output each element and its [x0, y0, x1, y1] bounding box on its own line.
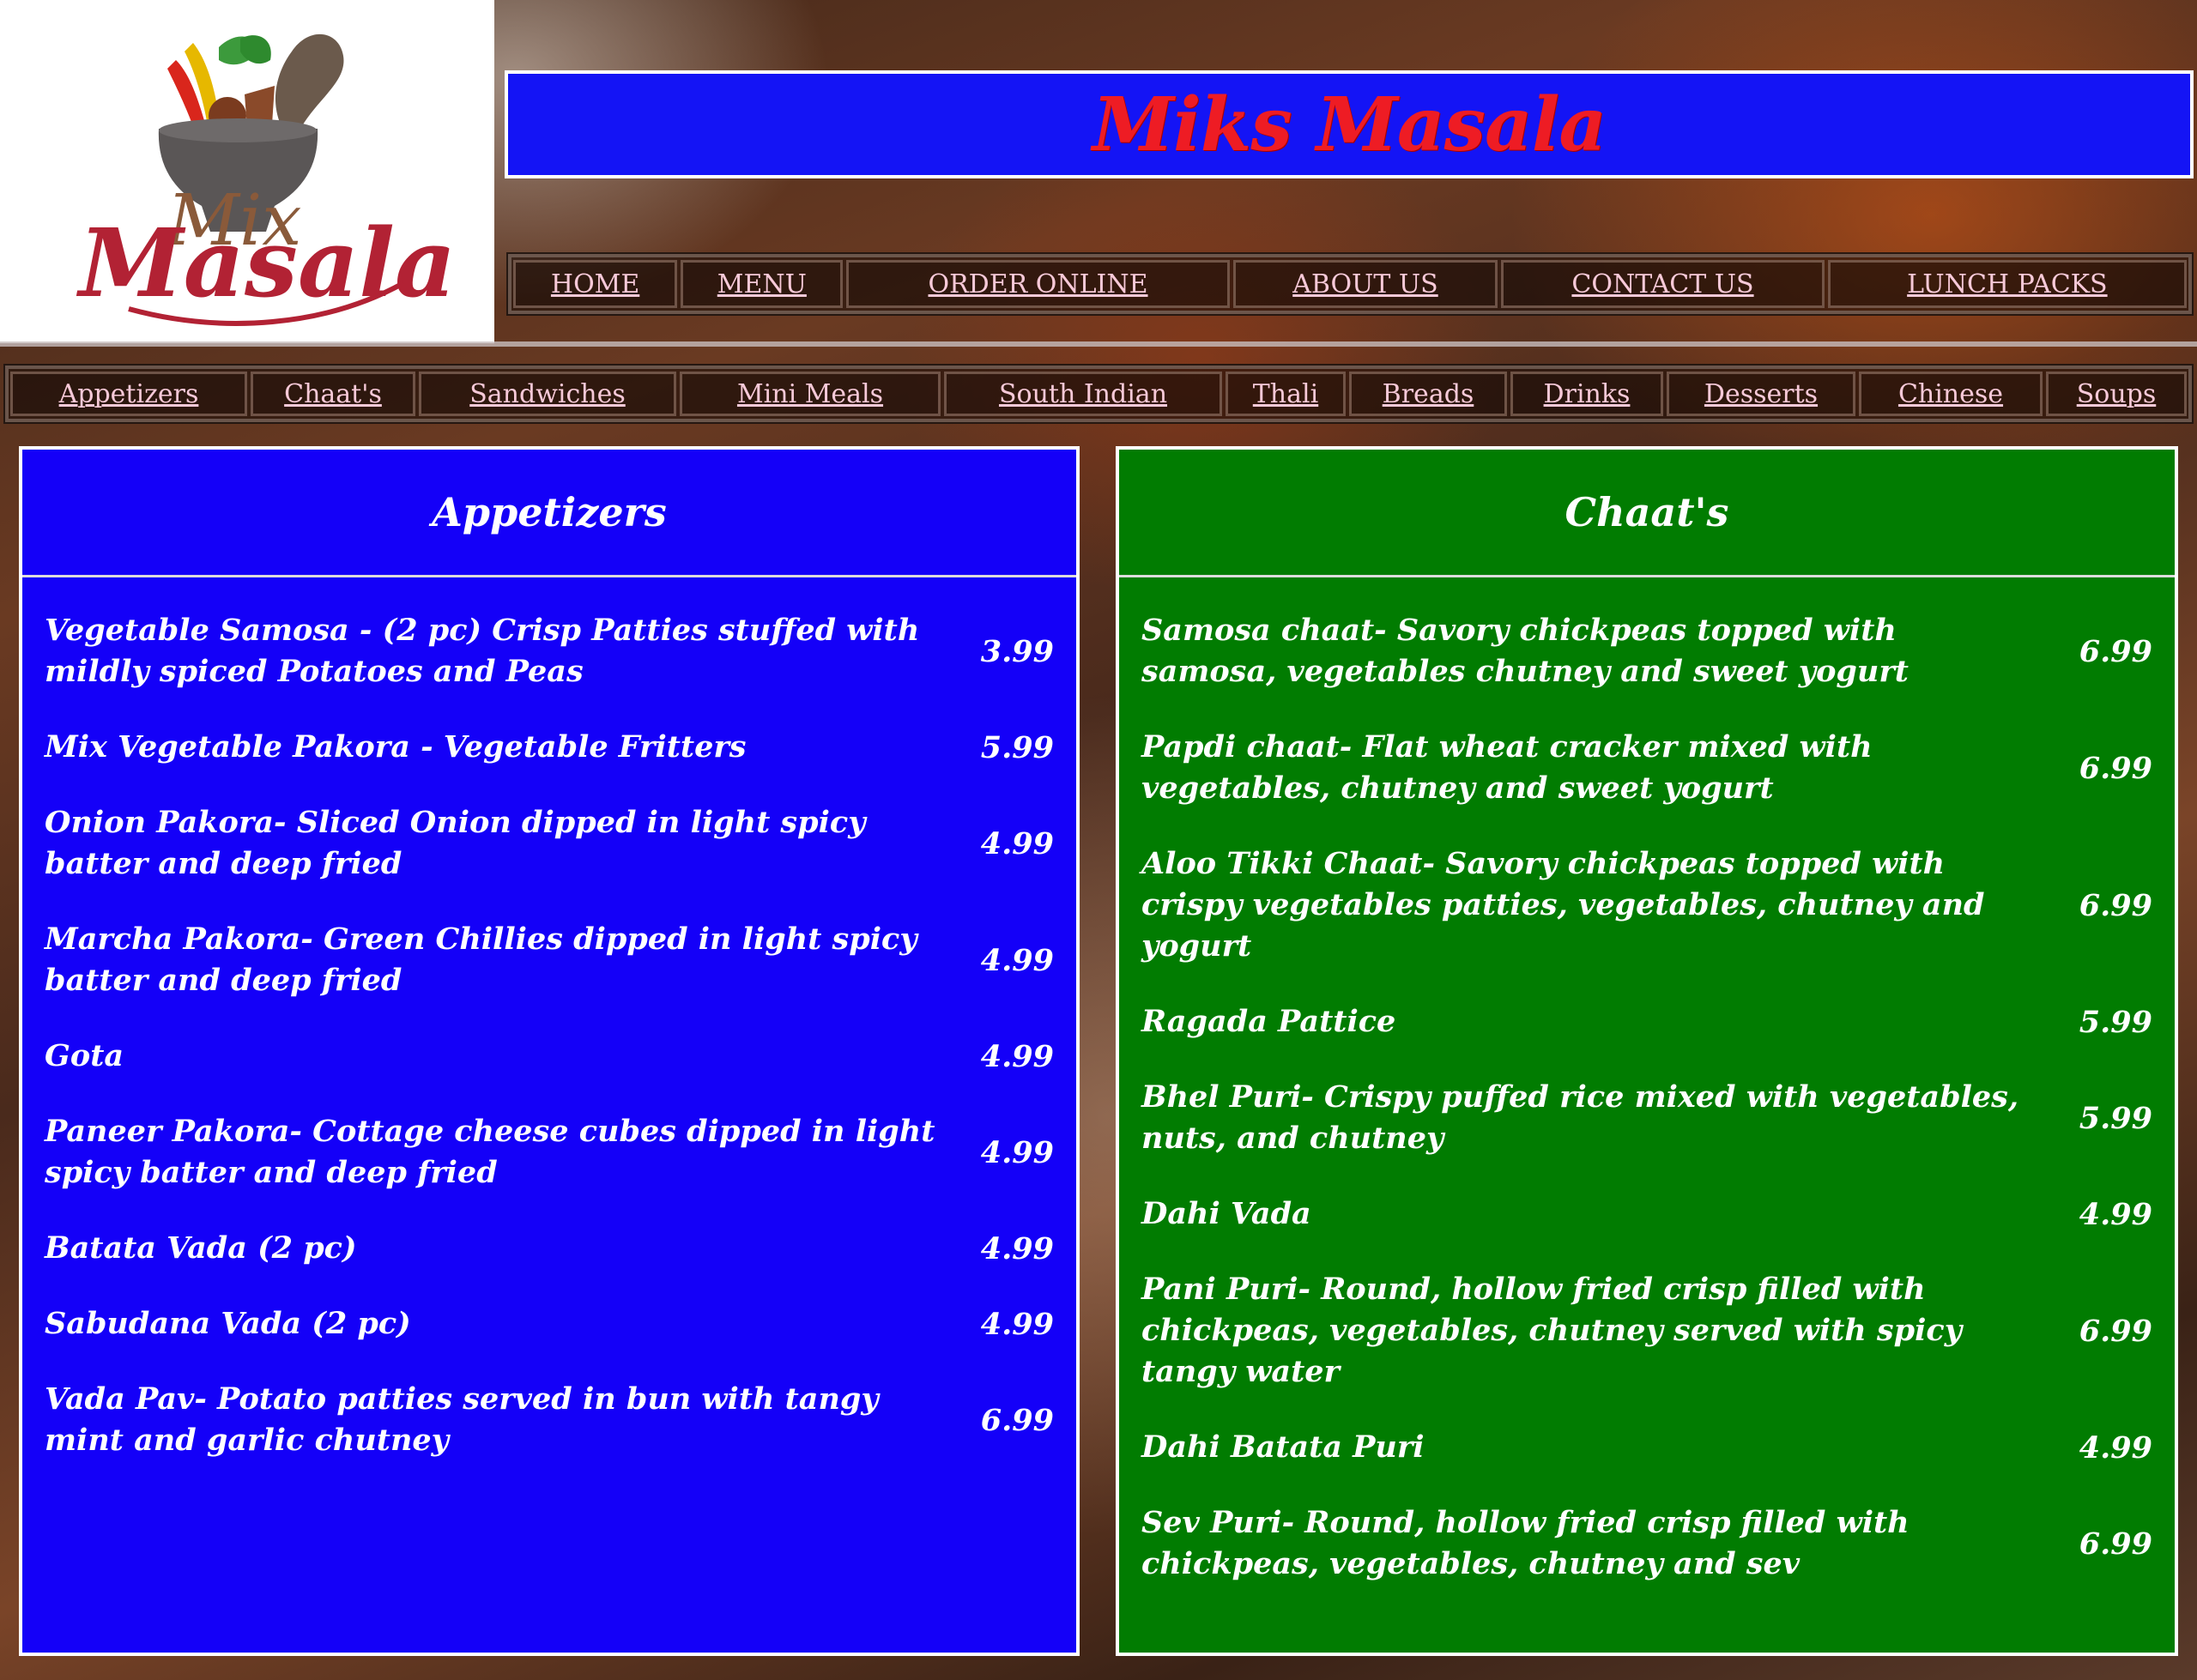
menu-item-price: 4.99: [980, 1230, 1054, 1266]
menu-item: Paneer Pakora- Cottage cheese cubes dipp…: [45, 1111, 1054, 1194]
menu-item-price: 3.99: [980, 633, 1054, 669]
menu-item: Bhel Puri- Crispy puffed rice mixed with…: [1141, 1077, 2152, 1159]
menu-item-price: 6.99: [2079, 633, 2152, 669]
divider: [0, 341, 2197, 347]
menu-item-price: 5.99: [2079, 1004, 2152, 1040]
menu-item-price: 5.99: [980, 729, 1054, 765]
site-title-bar: Miks Masala: [505, 70, 2194, 178]
menu-item-description: Dahi Vada: [1141, 1196, 1311, 1231]
chaats-panel: Chaat's Samosa chaat- Savory chickpeas t…: [1116, 446, 2178, 1656]
menu-item-description: Pani Puri- Round, hollow fried crisp fil…: [1141, 1272, 1963, 1389]
menu-item-description: Samosa chaat- Savory chickpeas topped wi…: [1141, 613, 1909, 689]
menu-item-price: 4.99: [980, 1306, 1054, 1342]
menu-item-description: Papdi chaat- Flat wheat cracker mixed wi…: [1141, 729, 1873, 806]
menu-item-description: Ragada Pattice: [1141, 1004, 1396, 1039]
menu-item-description: Mix Vegetable Pakora - Vegetable Fritter…: [45, 729, 747, 764]
chaats-header: Chaat's: [1119, 450, 2175, 577]
menu-item: Aloo Tikki Chaat- Savory chickpeas toppe…: [1141, 843, 2152, 967]
main-nav: HOME MENU ORDER ONLINE ABOUT US CONTACT …: [508, 254, 2192, 314]
appetizers-list: Vegetable Samosa - (2 pc) Crisp Patties …: [22, 577, 1076, 1461]
menu-item-price: 6.99: [2079, 1313, 2152, 1349]
menu-item: Vegetable Samosa - (2 pc) Crisp Patties …: [45, 610, 1054, 692]
appetizers-header: Appetizers: [22, 450, 1076, 577]
menu-item: Pani Puri- Round, hollow fried crisp fil…: [1141, 1269, 2152, 1393]
cat-sandwiches[interactable]: Sandwiches: [419, 372, 676, 416]
chaats-list: Samosa chaat- Savory chickpeas topped wi…: [1119, 577, 2175, 1585]
menu-item-price: 6.99: [2079, 750, 2152, 786]
cat-mini-meals[interactable]: Mini Meals: [680, 372, 941, 416]
menu-item: Sabudana Vada (2 pc) 4.99: [45, 1303, 1054, 1345]
menu-item-description: Gota: [45, 1038, 124, 1073]
cat-chaats[interactable]: Chaat's: [251, 372, 415, 416]
menu-item: Papdi chaat- Flat wheat cracker mixed wi…: [1141, 727, 2152, 809]
menu-item-price: 4.99: [980, 942, 1054, 978]
cat-soups[interactable]: Soups: [2046, 372, 2187, 416]
cat-thali[interactable]: Thali: [1226, 372, 1346, 416]
menu-item: Samosa chaat- Savory chickpeas topped wi…: [1141, 610, 2152, 692]
menu-item: Gota 4.99: [45, 1036, 1054, 1077]
cat-breads[interactable]: Breads: [1349, 372, 1507, 416]
menu-item-price: 4.99: [980, 1038, 1054, 1074]
menu-item-price: 5.99: [2079, 1100, 2152, 1136]
menu-item-price: 6.99: [2079, 1526, 2152, 1562]
cat-desserts[interactable]: Desserts: [1667, 372, 1855, 416]
menu-item-description: Sev Puri- Round, hollow fried crisp fill…: [1141, 1505, 1910, 1581]
nav-menu[interactable]: MENU: [681, 260, 844, 308]
menu-item-description: Vegetable Samosa - (2 pc) Crisp Patties …: [45, 613, 920, 689]
site-title: Miks Masala: [1092, 81, 1607, 168]
menu-item-description: Aloo Tikki Chaat- Savory chickpeas toppe…: [1141, 846, 1985, 964]
menu-item-price: 6.99: [980, 1402, 1054, 1438]
appetizers-panel: Appetizers Vegetable Samosa - (2 pc) Cri…: [19, 446, 1080, 1656]
menu-item: Marcha Pakora- Green Chillies dipped in …: [45, 919, 1054, 1001]
menu-item-price: 4.99: [2079, 1196, 2152, 1232]
nav-contact-us[interactable]: CONTACT US: [1501, 260, 1825, 308]
appetizers-title: Appetizers: [432, 489, 667, 535]
menu-item-description: Sabudana Vada (2 pc): [45, 1306, 411, 1341]
menu-item: Dahi Vada 4.99: [1141, 1194, 2152, 1235]
nav-home[interactable]: HOME: [513, 260, 678, 308]
category-nav: Appetizers Chaat's Sandwiches Mini Meals…: [5, 366, 2192, 422]
menu-item: Onion Pakora- Sliced Onion dipped in lig…: [45, 802, 1054, 885]
menu-item-description: Batata Vada (2 pc): [45, 1230, 357, 1266]
menu-item: Mix Vegetable Pakora - Vegetable Fritter…: [45, 727, 1054, 768]
menu-item-description: Bhel Puri- Crispy puffed rice mixed with…: [1141, 1079, 2019, 1156]
mortar-pestle-icon: Mix Masala: [76, 33, 456, 326]
menu-item: Sev Puri- Round, hollow fried crisp fill…: [1141, 1502, 2152, 1585]
chaats-title: Chaat's: [1565, 489, 1729, 535]
menu-item-description: Marcha Pakora- Green Chillies dipped in …: [45, 922, 917, 998]
menu-item-price: 4.99: [980, 1134, 1054, 1170]
logo-masala-text: Masala: [76, 208, 456, 318]
menu-item: Batata Vada (2 pc) 4.99: [45, 1228, 1054, 1269]
menu-item: Vada Pav- Potato patties served in bun w…: [45, 1379, 1054, 1461]
menu-item-description: Dahi Batata Puri: [1141, 1429, 1425, 1465]
nav-order-online[interactable]: ORDER ONLINE: [846, 260, 1230, 308]
menu-item-price: 4.99: [2079, 1429, 2152, 1465]
cat-south-indian[interactable]: South Indian: [944, 372, 1222, 416]
menu-item-price: 4.99: [980, 825, 1054, 861]
menu-item-description: Vada Pav- Potato patties served in bun w…: [45, 1381, 879, 1458]
nav-lunch-packs[interactable]: LUNCH PACKS: [1827, 260, 2187, 308]
cat-appetizers[interactable]: Appetizers: [10, 372, 247, 416]
logo[interactable]: Mix Masala: [0, 0, 494, 343]
nav-about-us[interactable]: ABOUT US: [1232, 260, 1498, 308]
menu-item-description: Onion Pakora- Sliced Onion dipped in lig…: [45, 805, 866, 881]
menu-item: Dahi Batata Puri 4.99: [1141, 1427, 2152, 1468]
cat-chinese[interactable]: Chinese: [1859, 372, 2043, 416]
cat-drinks[interactable]: Drinks: [1510, 372, 1663, 416]
menu-item-description: Paneer Pakora- Cottage cheese cubes dipp…: [45, 1114, 935, 1190]
menu-item: Ragada Pattice 5.99: [1141, 1001, 2152, 1042]
menu-item-price: 6.99: [2079, 887, 2152, 923]
